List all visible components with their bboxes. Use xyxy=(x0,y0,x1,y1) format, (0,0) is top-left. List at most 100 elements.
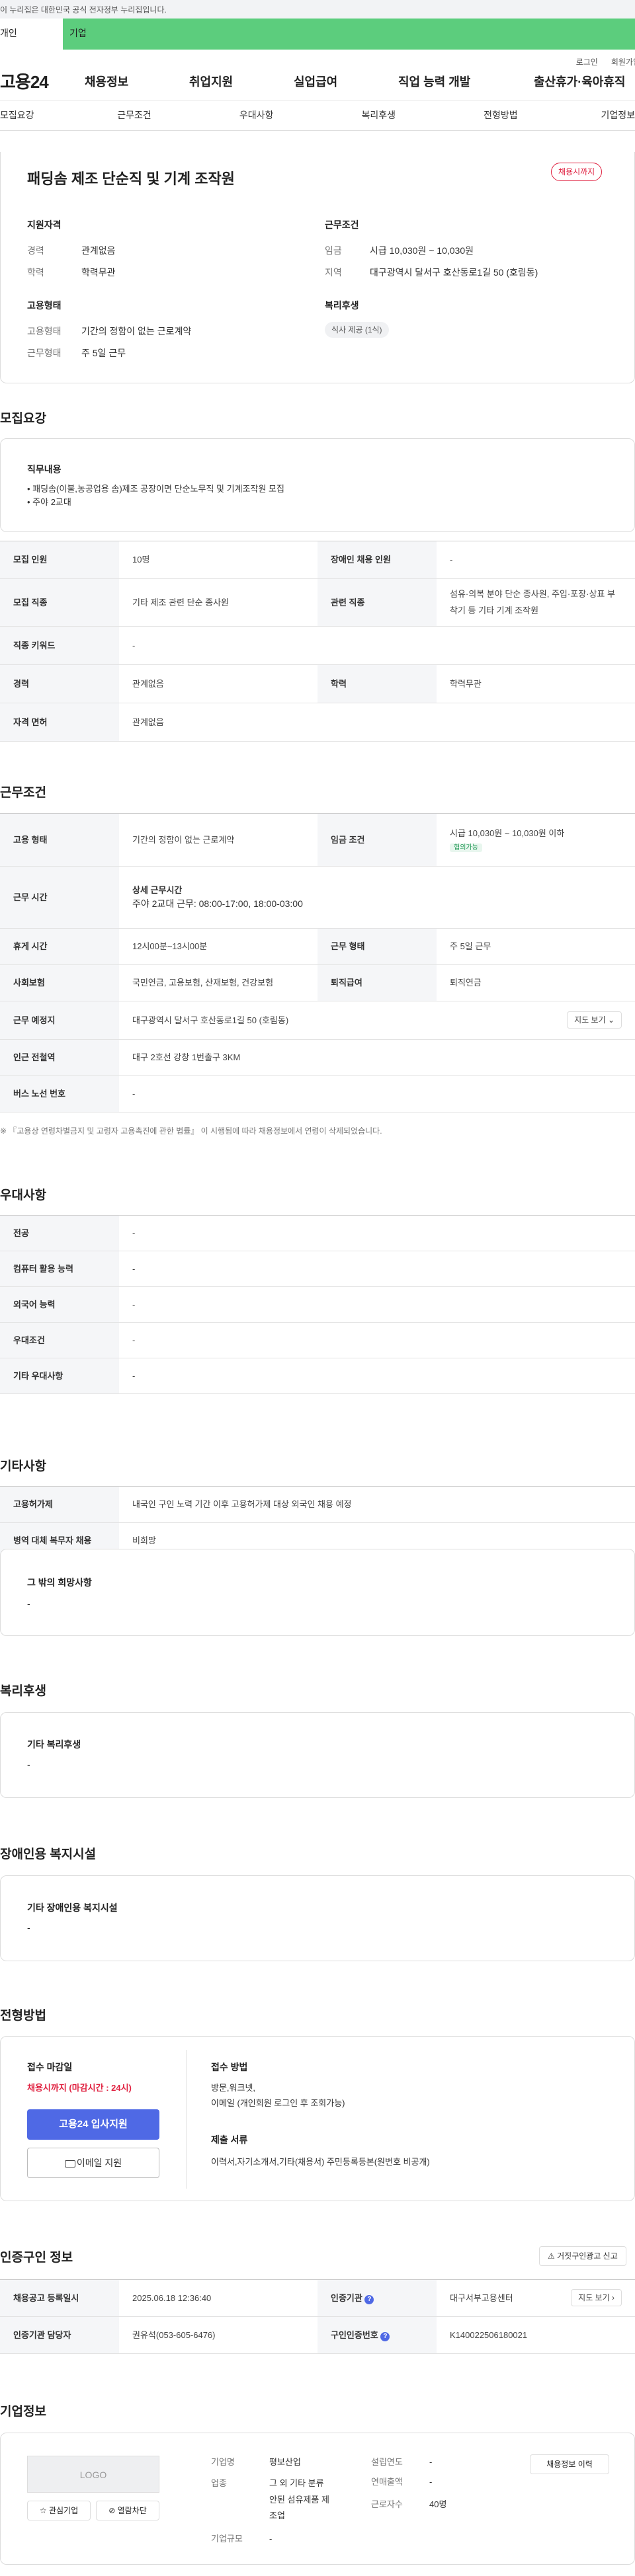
cell-key: 인근 전철역 xyxy=(0,1039,119,1076)
emp-key: 근무형태 xyxy=(27,348,62,358)
gnb-employment-support[interactable]: 취업지원 xyxy=(189,73,294,91)
block-label: 열람차단 xyxy=(117,2506,147,2515)
tab-work-conditions[interactable]: 근무조건 xyxy=(73,108,196,122)
table-row: 채용공고 등록일시 2025.06.18 12:36:40 인증기관 ? 대구서… xyxy=(0,2279,635,2317)
cell-key: 기타 우대사항 xyxy=(0,1358,119,1394)
company-key: 근로자수 xyxy=(371,2499,403,2509)
method-value: 이메일 (개인회원 로그인 후 조회가능) xyxy=(211,2098,345,2109)
company-key: 설립연도 xyxy=(371,2457,403,2467)
table-row: 경력 관계없음 학력 학력무관 xyxy=(0,664,635,703)
gnb-parental-leave[interactable]: 출산휴가·육아휴직 xyxy=(534,73,625,91)
cell-key: 관련 직종 xyxy=(318,578,437,627)
cell-key: 인증기관 xyxy=(331,2292,362,2303)
table-row: 인증기관 담당자 권유석(053-605-6476) 구인인증번호 ? K140… xyxy=(0,2316,635,2354)
work-section-title: 근무조건 xyxy=(0,786,46,800)
duty-title: 직무내용 xyxy=(27,464,62,475)
favorite-company-button[interactable]: ☆ 관심기업 xyxy=(27,2501,91,2520)
process-section-title: 전형방법 xyxy=(0,2009,46,2023)
cell-value: 섬유·의복 분야 단순 종사원, 주입·포장·상표 부착기 등 기타 기계 조작… xyxy=(437,578,635,627)
company-value: - xyxy=(429,2457,433,2467)
table-row: 휴게 시간 12시00분~13시00분 근무 형태 주 5일 근무 xyxy=(0,928,635,965)
qual-row: 학력 학력무관 xyxy=(27,266,305,280)
gnb-unemployment-benefit[interactable]: 실업급여 xyxy=(294,73,398,91)
site-logo[interactable]: 고용24 xyxy=(0,69,85,95)
company-logo: LOGO xyxy=(27,2456,159,2493)
email-apply-button[interactable]: 이메일 지원 xyxy=(27,2148,159,2178)
cell-key: 버스 노선 번호 xyxy=(0,1075,119,1112)
block-view-button[interactable]: ⊘ 열람차단 xyxy=(96,2501,159,2520)
cell-value: 10명 xyxy=(119,541,318,579)
cell-value: 주 5일 근무 xyxy=(437,928,635,965)
report-button-label: 거짓구인광고 신고 xyxy=(557,2251,618,2261)
org-map-button[interactable]: 지도 보기 › xyxy=(571,2289,622,2306)
cert-section-title: 인증구인 정보 xyxy=(0,2251,73,2265)
cell-value: 대구서부고용센터 xyxy=(450,2292,513,2303)
cell-value: 기간의 정함이 없는 근로계약 xyxy=(119,813,318,867)
other-wish-value: - xyxy=(27,1598,30,1609)
join-link[interactable]: 회원가입 xyxy=(611,56,635,67)
welfare-title: 복리후생 xyxy=(325,300,359,311)
emp-value: 기간의 정함이 없는 근로계약 xyxy=(81,326,192,336)
tab-company[interactable]: 기업정보 xyxy=(562,108,635,122)
tab-process[interactable]: 전형방법 xyxy=(440,108,562,122)
cell-value: K140022506180021 xyxy=(437,2316,635,2354)
tab-company[interactable]: 기업 xyxy=(63,19,635,50)
apply-button[interactable]: 고용24 입사지원 xyxy=(27,2109,159,2140)
tab-recruit[interactable]: 모집요강 xyxy=(0,108,73,122)
company-value: 평보산업 xyxy=(269,2457,301,2467)
user-type-tabs: 개인 기업 xyxy=(0,19,635,50)
table-row: 모집 직종 기타 제조 관련 단순 종사원 관련 직종 섬유·의복 분야 단순 종사원… xyxy=(0,578,635,627)
cell-value: 관계없음 xyxy=(119,703,635,742)
deadline-title: 접수 마감일 xyxy=(27,2062,73,2072)
info-icon[interactable]: ? xyxy=(364,2294,374,2304)
benefit-card: 기타 복리후생 - xyxy=(0,1712,635,1798)
info-icon[interactable]: ? xyxy=(380,2331,390,2341)
qualification-title: 지원자격 xyxy=(27,219,62,230)
cell-value: - xyxy=(119,1286,635,1323)
chevron-down-icon: ⌄ xyxy=(607,1015,614,1025)
wage-value: 시급 10,030원 ~ 10,030원 이하 xyxy=(450,828,565,838)
emp-key: 고용형태 xyxy=(27,326,62,336)
cond-key: 임금 xyxy=(325,245,342,256)
table-row: 모집 인원 10명 장애인 채용 인원 - xyxy=(0,541,635,579)
cell-value: - xyxy=(119,1215,635,1251)
gnb-vocational-training[interactable]: 직업 능력 개발 xyxy=(398,73,534,91)
benefit-section-title: 복리후생 xyxy=(0,1684,46,1698)
global-nav: 고용24 채용정보 취업지원 실업급여 직업 능력 개발 출산휴가·육아휴직 xyxy=(0,64,635,100)
company-row: 기업명 평보산업 xyxy=(211,2456,329,2476)
tab-preferences[interactable]: 우대사항 xyxy=(195,108,318,122)
place-map-button[interactable]: 지도 보기 ⌄ xyxy=(567,1011,622,1029)
cell-key: 구인인증번호 xyxy=(331,2329,378,2340)
cell-value: - xyxy=(119,1251,635,1287)
status-badge: 채용시까지 xyxy=(551,163,603,181)
table-row: 사회보험 국민연금, 고용보험, 산재보험, 건강보험 퇴직급여 퇴직연금 xyxy=(0,964,635,1001)
company-value: 40명 xyxy=(429,2499,447,2509)
tab-personal[interactable]: 개인 xyxy=(0,19,63,50)
emp-row: 근무형태 주 5일 근무 xyxy=(27,346,305,360)
job-history-button[interactable]: 채용정보 이력 xyxy=(530,2454,609,2474)
email-apply-label: 이메일 지원 xyxy=(76,2158,122,2168)
age-note: ※ 『고용상 연령차별금지 및 고령자 고용촉진에 관한 법률』 이 시행됨에 … xyxy=(0,1126,382,1136)
mail-icon xyxy=(64,2160,75,2167)
company-row: 설립연도 - xyxy=(371,2456,446,2476)
cell-key: 컴퓨터 활용 능력 xyxy=(0,1251,119,1287)
company-key: 기업규모 xyxy=(211,2534,243,2544)
qual-key: 학력 xyxy=(27,267,44,278)
disabled-inner-title: 기타 장애인용 복지시설 xyxy=(27,1902,118,1913)
login-link[interactable]: 로그인 xyxy=(576,56,598,67)
cell-key: 경력 xyxy=(0,664,119,703)
hours-value: 주야 2교대 근무: 08:00-17:00, 18:00-03:00 xyxy=(132,898,303,909)
table-row: 버스 노선 번호 - xyxy=(0,1075,635,1112)
siren-icon: ⚠ xyxy=(548,2251,555,2261)
process-card: 접수 마감일 채용시까지 (마감시간 : 24시) 고용24 입사지원 이메일 … xyxy=(0,2036,635,2201)
disabled-section-title: 장애인용 복지시설 xyxy=(0,1848,97,1861)
tab-benefits[interactable]: 복리후생 xyxy=(318,108,440,122)
gnb-jobs[interactable]: 채용정보 xyxy=(85,73,189,91)
cell-key: 휴게 시간 xyxy=(0,928,119,965)
table-row: 컴퓨터 활용 능력 - xyxy=(0,1251,635,1287)
report-button[interactable]: ⚠ 거짓구인광고 신고 xyxy=(539,2246,626,2266)
table-row: 전공 - xyxy=(0,1215,635,1251)
duty-card: 직무내용 • 패딩솜(이불,농공업용 솜)제조 공장이면 단순노무직 및 기계조… xyxy=(0,438,635,532)
job-title: 패딩솜 제조 단순직 및 기계 조작원 xyxy=(27,171,235,187)
disabled-value: - xyxy=(27,1922,30,1933)
